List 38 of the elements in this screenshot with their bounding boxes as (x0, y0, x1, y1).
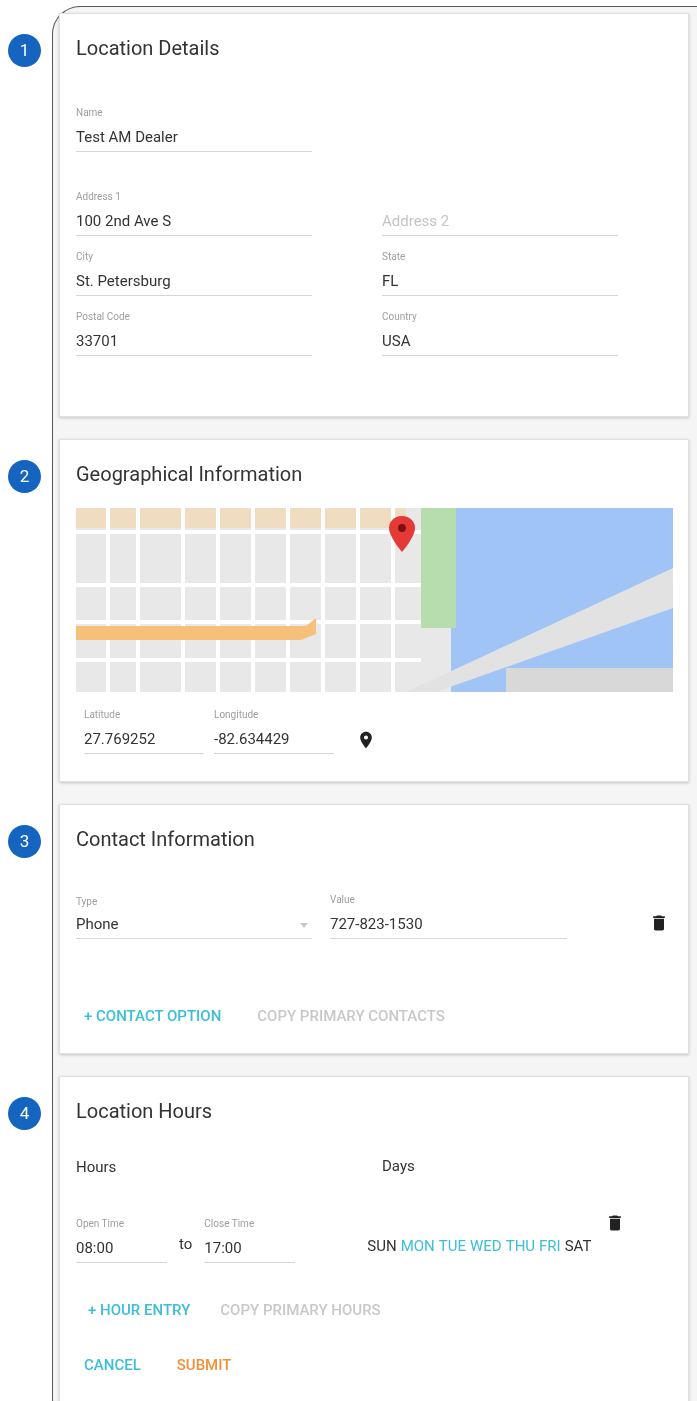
card-title: Location Details (76, 35, 220, 62)
step-badge: 4 (8, 1097, 41, 1130)
input-field[interactable]: 08:00 (76, 1237, 167, 1263)
days-heading: Days (382, 1156, 415, 1177)
input-field[interactable]: USA (382, 330, 618, 356)
input-field[interactable]: FL (382, 270, 618, 296)
day-toggle[interactable]: SAT (564, 1234, 592, 1257)
field-label: Value (330, 893, 355, 907)
input-field[interactable]: -82.634429 (214, 728, 334, 754)
field-label: State (382, 250, 406, 264)
input-field[interactable]: 33701 (76, 330, 312, 356)
caret-icon (300, 923, 308, 928)
field-label: Close Time (204, 1217, 255, 1231)
input-field[interactable]: 727-823-1530 (330, 913, 567, 939)
field-label: Postal Code (76, 310, 130, 324)
input-field[interactable]: 27.769252 (84, 728, 204, 754)
hours-heading: Hours (76, 1158, 117, 1176)
card-title: Location Hours (76, 1098, 213, 1125)
card-title: Geographical Information (76, 461, 303, 488)
input-field[interactable]: 100 2nd Ave S (76, 210, 312, 236)
field-label: Country (382, 310, 417, 324)
day-toggle[interactable]: SUN (367, 1234, 397, 1257)
separator-text: to (179, 1233, 193, 1255)
card-title: Contact Information (76, 826, 255, 853)
step-badge: 3 (8, 825, 41, 858)
field-label: Type (76, 895, 98, 909)
field-label: Latitude (84, 708, 121, 722)
field-label: Longitude (214, 708, 259, 722)
field-label: City (76, 250, 93, 264)
step-badge: 1 (8, 34, 41, 67)
field-label: Name (76, 106, 103, 120)
dropdown[interactable]: Phone (76, 913, 312, 939)
input-field[interactable]: Test AM Dealer (76, 126, 312, 152)
input-field[interactable]: St. Petersburg (76, 270, 312, 296)
step-badge: 2 (8, 460, 41, 493)
input-field[interactable]: 17:00 (204, 1237, 296, 1263)
field-label: Open Time (76, 1217, 125, 1231)
field-label: Address 1 (76, 190, 121, 204)
